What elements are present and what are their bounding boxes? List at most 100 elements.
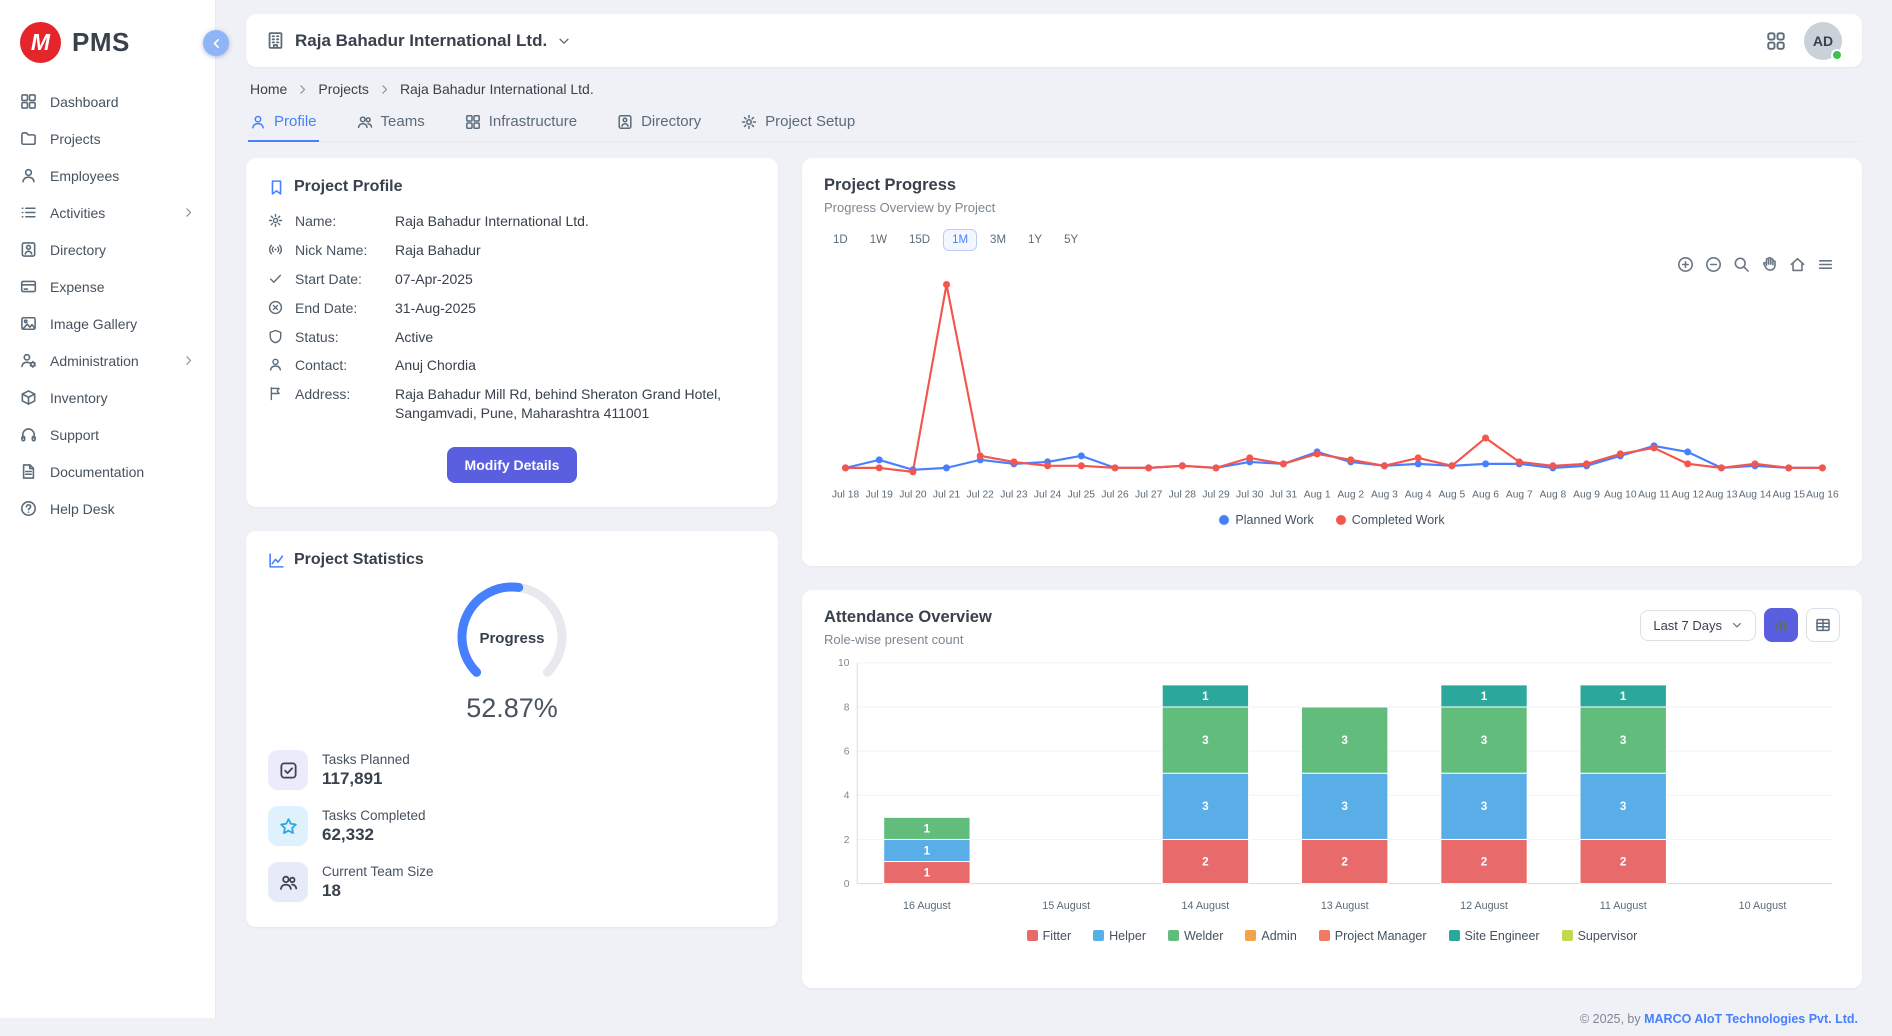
sidebar-item-support[interactable]: Support — [0, 416, 215, 453]
range-1w-button[interactable]: 1W — [861, 229, 896, 251]
tab-project-setup[interactable]: Project Setup — [739, 105, 857, 142]
date-range-select[interactable]: Last 7 Days — [1640, 610, 1756, 641]
legend-fitter[interactable]: Fitter — [1027, 929, 1071, 943]
legend-swatch — [1319, 930, 1330, 941]
legend-completed-work[interactable]: Completed Work — [1336, 513, 1445, 527]
company-selector[interactable]: Raja Bahadur International Ltd. — [266, 31, 571, 51]
field-value: Raja Bahadur — [395, 241, 481, 260]
sidebar-item-label: Documentation — [50, 464, 144, 480]
svg-text:Aug 2: Aug 2 — [1337, 489, 1364, 500]
users-icon — [268, 862, 308, 902]
svg-text:11 August: 11 August — [1600, 900, 1647, 912]
list-icon — [20, 204, 37, 221]
svg-text:2: 2 — [1481, 855, 1488, 868]
user-avatar[interactable]: AD — [1804, 22, 1842, 60]
table-icon — [1815, 617, 1831, 633]
attendance-controls: Last 7 Days — [1640, 608, 1840, 642]
range-selector: 1D1W15D1M3M1Y5Y — [824, 229, 1840, 251]
field-label: Status: — [295, 328, 385, 347]
attendance-bar-chart: 024681011116 August15 August233114 Augus… — [824, 655, 1840, 927]
zoom-in-icon[interactable] — [1677, 256, 1694, 273]
field-label: Address: — [295, 385, 385, 423]
footer-link[interactable]: MARCO AIoT Technologies Pvt. Ltd. — [1644, 1012, 1858, 1026]
svg-text:Jul 26: Jul 26 — [1101, 489, 1129, 500]
svg-text:Jul 30: Jul 30 — [1236, 489, 1264, 500]
sidebar-item-administration[interactable]: Administration — [0, 342, 215, 379]
legend-admin[interactable]: Admin — [1245, 929, 1296, 943]
legend-welder[interactable]: Welder — [1168, 929, 1223, 943]
breadcrumb-item[interactable]: Raja Bahadur International Ltd. — [400, 81, 594, 97]
breadcrumb-item[interactable]: Projects — [318, 81, 369, 97]
headset-icon — [20, 426, 37, 443]
zoom-out-icon[interactable] — [1705, 256, 1722, 273]
modify-details-button[interactable]: Modify Details — [447, 447, 578, 483]
stats-card-title: Project Statistics — [294, 551, 424, 569]
legend-site-engineer[interactable]: Site Engineer — [1449, 929, 1540, 943]
tab-teams[interactable]: Teams — [355, 105, 427, 142]
progress-card-subtitle: Progress Overview by Project — [824, 200, 1840, 215]
svg-text:Jul 19: Jul 19 — [866, 489, 894, 500]
legend-helper[interactable]: Helper — [1093, 929, 1146, 943]
tab-profile[interactable]: Profile — [248, 105, 319, 142]
pan-icon[interactable] — [1761, 256, 1778, 273]
svg-text:3: 3 — [1620, 734, 1627, 747]
sidebar-item-image-gallery[interactable]: Image Gallery — [0, 305, 215, 342]
svg-text:Aug 9: Aug 9 — [1573, 489, 1600, 500]
breadcrumb-item[interactable]: Home — [250, 81, 287, 97]
svg-text:12 August: 12 August — [1460, 900, 1508, 912]
range-3m-button[interactable]: 3M — [981, 229, 1015, 251]
stat-tasks-planned: Tasks Planned117,891 — [268, 750, 756, 790]
svg-text:Jul 23: Jul 23 — [1000, 489, 1028, 500]
range-5y-button[interactable]: 5Y — [1055, 229, 1087, 251]
svg-text:Jul 28: Jul 28 — [1169, 489, 1197, 500]
sidebar-item-employees[interactable]: Employees — [0, 157, 215, 194]
field-value: Raja Bahadur International Ltd. — [395, 212, 589, 231]
topbar-actions: AD — [1766, 22, 1842, 60]
home-icon[interactable] — [1789, 256, 1806, 273]
svg-text:2: 2 — [1341, 855, 1348, 868]
sidebar-item-inventory[interactable]: Inventory — [0, 379, 215, 416]
attendance-overview-card: Attendance Overview Role-wise present co… — [802, 590, 1862, 988]
range-1d-button[interactable]: 1D — [824, 229, 857, 251]
sidebar-item-documentation[interactable]: Documentation — [0, 453, 215, 490]
field-value: 07-Apr-2025 — [395, 270, 473, 289]
chart-view-toggle[interactable] — [1764, 608, 1798, 642]
sidebar-item-directory[interactable]: Directory — [0, 231, 215, 268]
legend-planned-work[interactable]: Planned Work — [1219, 513, 1313, 527]
app-logo[interactable]: M PMS — [0, 8, 215, 83]
range-1m-button[interactable]: 1M — [943, 229, 977, 251]
svg-text:Jul 20: Jul 20 — [899, 489, 927, 500]
svg-text:0: 0 — [844, 879, 850, 890]
menu-icon[interactable] — [1817, 256, 1834, 273]
field-value: Raja Bahadur Mill Rd, behind Sheraton Gr… — [395, 385, 756, 423]
svg-text:10 August: 10 August — [1739, 900, 1787, 912]
svg-text:1: 1 — [924, 822, 931, 835]
user-icon — [250, 114, 266, 130]
range-15d-button[interactable]: 15D — [900, 229, 939, 251]
tab-directory[interactable]: Directory — [615, 105, 703, 142]
sidebar-item-projects[interactable]: Projects — [0, 120, 215, 157]
star-icon — [268, 806, 308, 846]
apps-grid-button[interactable] — [1766, 31, 1786, 51]
sidebar-item-activities[interactable]: Activities — [0, 194, 215, 231]
legend-supervisor[interactable]: Supervisor — [1562, 929, 1638, 943]
right-column: Project Progress Progress Overview by Pr… — [802, 158, 1862, 1036]
legend-swatch — [1245, 930, 1256, 941]
svg-text:3: 3 — [1481, 800, 1488, 813]
sidebar-item-help-desk[interactable]: Help Desk — [0, 490, 215, 527]
table-view-toggle[interactable] — [1806, 608, 1840, 642]
sidebar-collapse-button[interactable] — [203, 30, 229, 56]
svg-text:Aug 14: Aug 14 — [1739, 489, 1772, 500]
sidebar-item-expense[interactable]: Expense — [0, 268, 215, 305]
svg-text:1: 1 — [1202, 690, 1209, 703]
tab-infrastructure[interactable]: Infrastructure — [463, 105, 579, 142]
legend-project-manager[interactable]: Project Manager — [1319, 929, 1427, 943]
range-1y-button[interactable]: 1Y — [1019, 229, 1051, 251]
user-icon — [20, 167, 37, 184]
profile-fields: Name:Raja Bahadur International Ltd.Nick… — [268, 212, 756, 423]
sidebar-item-dashboard[interactable]: Dashboard — [0, 83, 215, 120]
svg-text:3: 3 — [1202, 734, 1209, 747]
sidebar-item-label: Directory — [50, 242, 106, 258]
gear-icon — [741, 114, 757, 130]
magnifier-icon[interactable] — [1733, 256, 1750, 273]
